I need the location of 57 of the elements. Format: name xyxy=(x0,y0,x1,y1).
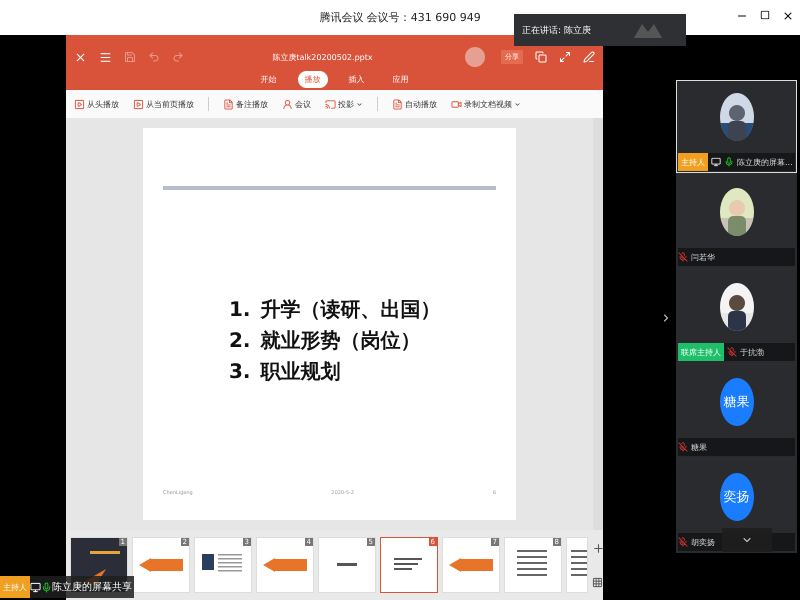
ribbon-tab[interactable]: 播放 xyxy=(298,71,328,88)
avatar: 奕扬 xyxy=(720,473,754,521)
toolbar-icon xyxy=(282,98,293,110)
list-number: 3. xyxy=(229,358,251,382)
toolbar-button[interactable]: 从头播放 xyxy=(74,98,119,110)
close-icon[interactable] xyxy=(782,10,794,22)
menu-icon[interactable] xyxy=(99,50,112,64)
slide-list-item: 升学（读研、出国） xyxy=(260,296,441,322)
toolbar-button[interactable]: 从当前页播放 xyxy=(133,98,194,110)
toolbar-button[interactable]: 录制文档视频 xyxy=(451,98,521,110)
toolbar-icon xyxy=(74,98,85,110)
caret-icon xyxy=(356,100,363,108)
toolbar-icon xyxy=(325,98,336,110)
slide-thumbnail-drawing xyxy=(394,558,424,572)
participant-name: 陈立庚的屏幕... xyxy=(737,156,793,168)
participant-name: 胡奕扬 xyxy=(691,536,715,548)
participant-name: 糖果 xyxy=(691,442,707,452)
ribbon-tab[interactable]: 应用 xyxy=(386,71,416,88)
caret-icon xyxy=(514,100,521,108)
participant-name: 于抗渤 xyxy=(740,346,764,358)
logo-icon xyxy=(634,22,662,38)
participant-tile[interactable]: 主持人 陈立庚的屏幕... xyxy=(676,80,797,173)
file-name: 陈立庚talk20200502.pptx xyxy=(271,52,374,62)
slide-thumbnail-drawing xyxy=(447,555,495,575)
toolbar-icon xyxy=(392,98,403,110)
slide-list-item: 职业规划 xyxy=(260,358,341,384)
role-badge: 主持人 xyxy=(0,576,30,598)
avatar: 糖果 xyxy=(720,378,754,426)
fullscreen-icon[interactable] xyxy=(559,51,571,63)
add-slide-icon[interactable] xyxy=(592,542,605,555)
grid-view-icon[interactable] xyxy=(592,577,603,588)
toolbar-button[interactable]: 投影 xyxy=(325,98,363,110)
slide-thumbnail-drawing xyxy=(261,555,309,575)
list-number: 1. xyxy=(229,296,251,320)
speaking-text: 正在讲话: 陈立庚 xyxy=(522,24,591,36)
toolbar-button[interactable]: 备注播放 xyxy=(223,98,268,110)
window-title: 腾讯会议 会议号：431 690 949 xyxy=(319,10,481,25)
copy-icon[interactable] xyxy=(535,51,547,63)
toolbar-button[interactable]: 自动播放 xyxy=(392,98,437,110)
toolbar-icon xyxy=(451,98,462,110)
restore-icon[interactable] xyxy=(760,10,770,20)
toolbar-button[interactable]: 会议 xyxy=(282,98,311,110)
list-number: 2. xyxy=(229,328,251,352)
toolbar-icon xyxy=(223,98,234,110)
screen-share-icon xyxy=(30,582,41,592)
participant-name: 闫若华 xyxy=(691,252,715,262)
slide-thumbnail[interactable] xyxy=(566,537,588,593)
toolbar-icon xyxy=(133,98,144,110)
slide-thumbnail-drawing xyxy=(337,563,357,567)
pen-icon[interactable] xyxy=(583,51,595,63)
ribbon-tab[interactable]: 插入 xyxy=(342,71,372,88)
slide-thumbnail-drawing xyxy=(137,555,185,575)
role-badge: 联席主持人 xyxy=(678,343,724,361)
mic-icon xyxy=(41,582,52,592)
role-badge: 主持人 xyxy=(678,153,708,171)
ribbon-tab[interactable]: 开始 xyxy=(254,71,284,88)
slide-list-item: 就业形势（岗位） xyxy=(260,326,421,354)
